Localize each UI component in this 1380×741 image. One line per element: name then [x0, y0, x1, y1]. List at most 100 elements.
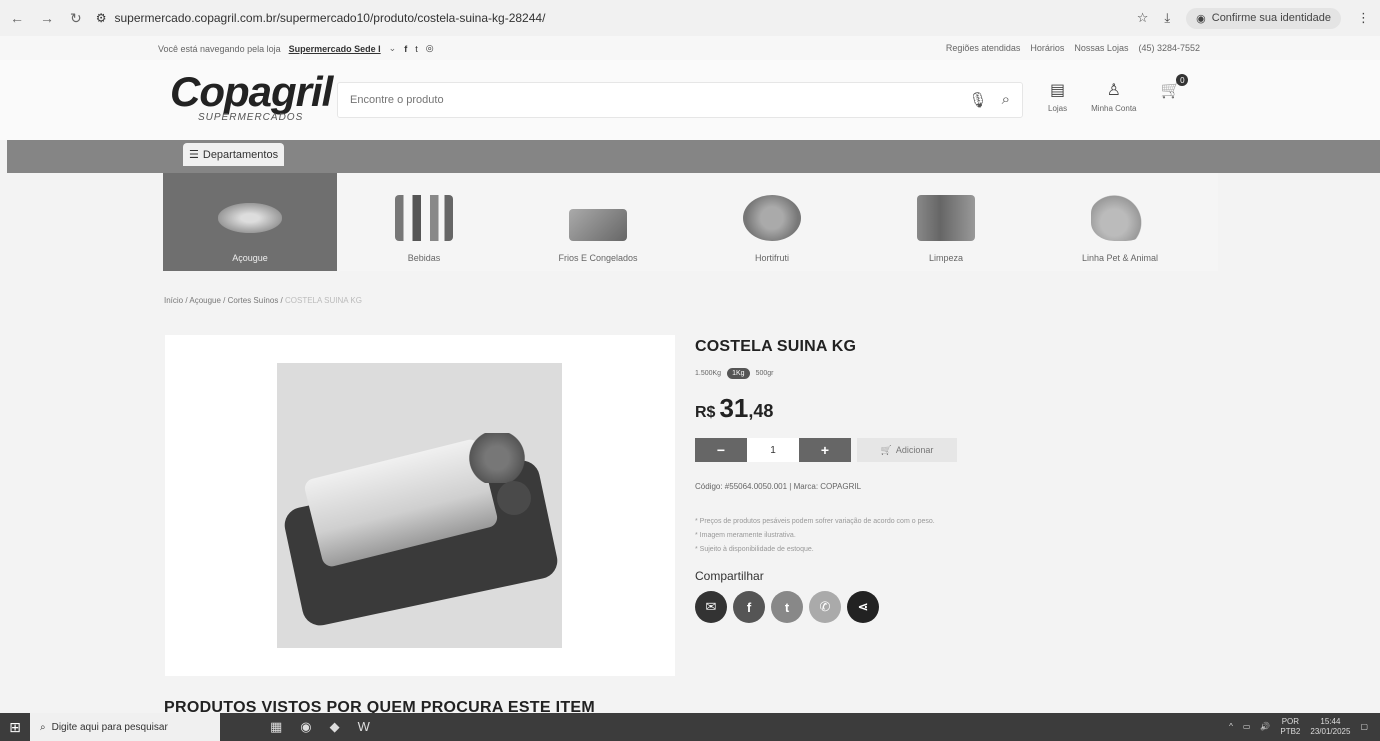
share-title: Compartilhar: [695, 569, 764, 583]
windows-start-icon[interactable]: ⊞: [0, 713, 30, 741]
tomato-shape: [497, 481, 531, 515]
departments-button[interactable]: ☰ Departamentos: [183, 143, 285, 166]
app-icon[interactable]: ◆: [330, 719, 340, 735]
category-limpeza[interactable]: Limpeza: [859, 173, 1033, 271]
search-input[interactable]: [350, 94, 969, 106]
word-icon[interactable]: W: [358, 719, 370, 735]
chevron-down-icon[interactable]: ⌄: [389, 43, 397, 54]
site-header: Copagril SUPERMERCADOS 🎙 ⌕ ▤ Lojas ♙ Min…: [0, 60, 1380, 140]
weight-options: 1.500Kg 1Kg 500gr: [695, 368, 957, 379]
address-bar[interactable]: ⚙ supermercado.copagril.com.br/supermerc…: [96, 11, 546, 25]
microphone-icon[interactable]: 🎙: [969, 91, 988, 109]
account-button[interactable]: ♙ Minha Conta: [1091, 80, 1136, 113]
cart-button[interactable]: 🛒 0: [1160, 74, 1189, 100]
twitter-share-icon[interactable]: t: [771, 591, 803, 623]
download-icon[interactable]: ⤓: [1164, 10, 1170, 26]
regions-link[interactable]: Regiões atendidas: [946, 43, 1021, 53]
category-label: Limpeza: [928, 253, 964, 263]
list-icon: ☰: [189, 149, 199, 161]
pets-icon: [1091, 195, 1149, 241]
fruits-icon: [743, 195, 801, 241]
site-info-icon[interactable]: ⚙: [96, 11, 107, 25]
category-bebidas[interactable]: Bebidas: [337, 173, 511, 271]
category-label: Frios E Congelados: [558, 253, 638, 263]
back-icon[interactable]: ←: [10, 10, 24, 27]
instagram-icon[interactable]: ◎: [426, 43, 434, 54]
profile-label: Confirme sua identidade: [1211, 12, 1331, 24]
info-links: Regiões atendidas Horários Nossas Lojas …: [946, 43, 1200, 53]
price-integer: 31: [719, 393, 749, 423]
category-hortifruti[interactable]: Hortifruti: [685, 173, 859, 271]
taskbar-apps: ▦ ◉ ◆ W: [270, 719, 370, 735]
clock-date: 23/01/2025: [1310, 727, 1351, 736]
increase-button[interactable]: +: [799, 438, 851, 462]
logo-text: Copagril: [170, 68, 333, 115]
phone-link[interactable]: (45) 3284-7552: [1138, 43, 1200, 53]
product-image[interactable]: [277, 363, 562, 648]
weight-option-selected[interactable]: 1Kg: [727, 368, 750, 379]
category-pet[interactable]: Linha Pet & Animal: [1033, 173, 1207, 271]
language-indicator[interactable]: POR PTB2: [1280, 717, 1300, 737]
add-to-cart-button[interactable]: 🛒 Adicionar: [857, 438, 957, 462]
breadcrumb-current: COSTELA SUINA KG: [285, 296, 362, 305]
stores-label: Lojas: [1048, 104, 1068, 113]
menu-kebab-icon[interactable]: ⋮: [1357, 10, 1370, 26]
product-notes: * Preços de produtos pesáveis podem sofr…: [695, 515, 957, 557]
file-explorer-icon[interactable]: ▦: [270, 719, 282, 735]
taskbar-search-placeholder: Digite aqui para pesquisar: [51, 721, 168, 733]
hours-link[interactable]: Horários: [1030, 43, 1064, 53]
category-frios[interactable]: Frios E Congelados: [511, 173, 685, 271]
weight-option[interactable]: 1.500Kg: [695, 370, 721, 377]
volume-icon[interactable]: 🔊: [1260, 722, 1270, 732]
price-currency: R$: [695, 404, 716, 421]
share-buttons: ✉ f t ✆ ⋖: [695, 591, 957, 623]
store-info-strip: Você está navegando pela loja Supermerca…: [0, 36, 1380, 60]
store-selector: Você está navegando pela loja Supermerca…: [158, 43, 434, 54]
product-info: COSTELA SUINA KG 1.500Kg 1Kg 500gr R$ 31…: [695, 338, 957, 623]
browser-toolbar: ← → ↻ ⚙ supermercado.copagril.com.br/sup…: [0, 0, 1380, 36]
category-acougue[interactable]: Açougue: [163, 173, 337, 271]
notifications-icon[interactable]: ▢: [1360, 722, 1368, 732]
cart-count-badge: 0: [1176, 74, 1189, 86]
reload-icon[interactable]: ↻: [70, 10, 82, 27]
twitter-icon[interactable]: t: [415, 44, 418, 54]
browser-nav: ← → ↻: [10, 10, 82, 27]
cart-icon: 🛒 0: [1160, 74, 1189, 100]
stores-button[interactable]: ▤ Lojas: [1048, 80, 1067, 113]
facebook-icon[interactable]: f: [404, 44, 407, 54]
search-icon: ⌕: [40, 721, 46, 733]
network-icon[interactable]: ▭: [1243, 722, 1251, 732]
note-line: * Sujeito à disponibilidade de estoque.: [695, 546, 814, 553]
weight-option[interactable]: 500gr: [756, 370, 774, 377]
email-share-icon[interactable]: ✉: [695, 591, 727, 623]
breadcrumb: Início / Açougue / Cortes Suínos / COSTE…: [164, 296, 362, 305]
taskbar-search[interactable]: ⌕ Digite aqui para pesquisar: [30, 713, 220, 741]
forward-icon[interactable]: →: [40, 10, 54, 27]
store-name-link[interactable]: Supermercado Sede I: [289, 44, 381, 54]
header-actions: ▤ Lojas ♙ Minha Conta 🛒 0: [1048, 74, 1189, 113]
browser-app-icon[interactable]: ◉: [300, 719, 311, 735]
clock-time: 15:44: [1320, 717, 1341, 726]
clock[interactable]: 15:44 23/01/2025: [1310, 717, 1350, 737]
breadcrumb-cortes[interactable]: Cortes Suínos: [228, 296, 279, 305]
price-decimal: ,48: [748, 401, 774, 421]
profile-button[interactable]: ◉ Confirme sua identidade: [1186, 7, 1341, 29]
search-actions: 🎙 ⌕: [969, 91, 1010, 109]
whatsapp-share-icon[interactable]: ✆: [809, 591, 841, 623]
departments-label: Departamentos: [202, 148, 279, 161]
search-bar: 🎙 ⌕: [337, 82, 1023, 118]
search-icon[interactable]: ⌕: [1002, 91, 1010, 109]
bookmark-star-icon[interactable]: ☆: [1137, 10, 1149, 26]
breadcrumb-acougue[interactable]: Açougue: [189, 296, 221, 305]
frozen-food-icon: [569, 209, 627, 241]
logo[interactable]: Copagril SUPERMERCADOS: [170, 68, 333, 124]
stores-link[interactable]: Nossas Lojas: [1074, 43, 1128, 53]
decrease-button[interactable]: −: [695, 438, 747, 462]
note-line: * Imagem meramente ilustrativa.: [695, 532, 796, 539]
facebook-share-icon[interactable]: f: [733, 591, 765, 623]
windows-taskbar: ⊞ ⌕ Digite aqui para pesquisar ▦ ◉ ◆ W ^…: [0, 713, 1380, 741]
share-icon[interactable]: ⋖: [847, 591, 879, 623]
chevron-up-icon[interactable]: ^: [1229, 722, 1233, 732]
breadcrumb-home[interactable]: Início: [164, 296, 183, 305]
quantity-value[interactable]: 1: [747, 438, 799, 462]
